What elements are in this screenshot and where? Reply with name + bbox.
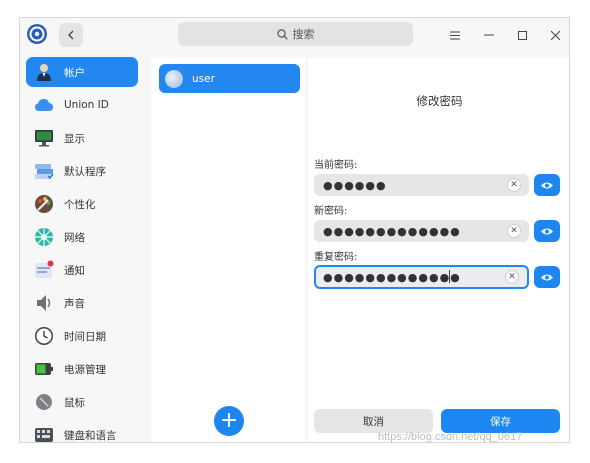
menu-button[interactable]: [446, 26, 464, 44]
sidebar-item-label: 个性化: [64, 198, 96, 211]
clock-icon: [35, 327, 53, 345]
plus-icon: +: [219, 408, 239, 433]
close-icon: [550, 30, 560, 40]
cloud-icon: [35, 99, 53, 111]
show-password-button[interactable]: [534, 174, 560, 196]
current-password-label: 当前密码:: [314, 160, 358, 171]
settings-window: 搜索 帐户 Union ID 显示 默认程序 个性化 网络 通知 声音 时间日期…: [19, 17, 570, 443]
user-name: user: [192, 72, 215, 85]
sidebar-item-label: 键盘和语言: [64, 429, 117, 442]
sidebar-item-label: 帐户: [64, 66, 85, 79]
menu-icon: [450, 31, 460, 39]
sidebar-item-sound[interactable]: 声音: [26, 288, 138, 318]
sidebar-item-label: 时间日期: [64, 330, 106, 343]
sidebar-item-label: 默认程序: [64, 165, 106, 178]
sidebar-item-notification[interactable]: 通知: [26, 255, 138, 285]
sidebar-item-label: 电源管理: [64, 363, 106, 376]
control-center-logo-icon: [27, 24, 47, 44]
user-list-panel: user +: [151, 58, 305, 442]
sidebar-item-power[interactable]: 电源管理: [26, 354, 138, 384]
cancel-button[interactable]: 取消: [314, 409, 433, 433]
eye-icon: [541, 274, 553, 280]
close-icon: ✕: [508, 272, 516, 282]
clear-button[interactable]: ✕: [507, 224, 521, 238]
maximize-button[interactable]: [513, 26, 531, 44]
add-user-button[interactable]: +: [214, 406, 244, 436]
text-cursor: [449, 270, 450, 283]
minimize-button[interactable]: [480, 26, 498, 44]
sidebar-item-default-apps[interactable]: 默认程序: [26, 156, 138, 186]
sound-icon: [37, 295, 51, 311]
close-button[interactable]: [546, 26, 564, 44]
network-icon: [35, 228, 53, 246]
search-icon: [276, 28, 288, 40]
page-title: 修改密码: [416, 94, 463, 108]
sidebar-item-label: 显示: [64, 132, 85, 145]
sidebar-item-label: 鼠标: [64, 396, 85, 409]
repeat-password-input[interactable]: ●●●●●●●●●●●●● ✕: [314, 265, 529, 289]
change-password-panel: 修改密码 当前密码: ●●●●●● ✕ 新密码: ●●●●●●●●●●●●● ✕: [308, 58, 569, 442]
sidebar-item-union-id[interactable]: Union ID: [26, 90, 138, 120]
sidebar-item-mouse[interactable]: 鼠标: [26, 387, 138, 417]
sidebar-item-label: 声音: [64, 297, 85, 310]
maximize-icon: [517, 30, 527, 40]
user-list-item[interactable]: user: [159, 64, 300, 93]
back-button[interactable]: [59, 23, 83, 47]
chevron-left-icon: [68, 30, 74, 40]
titlebar: 搜索: [20, 18, 569, 52]
search-input[interactable]: 搜索: [178, 22, 413, 46]
show-password-button[interactable]: [534, 266, 560, 288]
sidebar-item-account[interactable]: 帐户: [26, 57, 138, 87]
display-icon: [35, 130, 53, 147]
watermark: https://blog.csdn.net/qq_0617: [378, 431, 523, 443]
sidebar-item-personalization[interactable]: 个性化: [26, 189, 138, 219]
clear-button[interactable]: ✕: [505, 270, 519, 284]
personalization-icon: [35, 195, 53, 213]
eye-icon: [541, 228, 553, 234]
avatar: [165, 69, 183, 88]
mouse-icon: [36, 394, 52, 410]
password-value: ●●●●●●●●●●●●●: [323, 270, 461, 284]
repeat-password-label: 重复密码:: [314, 252, 358, 263]
sidebar-item-keyboard[interactable]: 键盘和语言: [26, 420, 138, 442]
sidebar-item-label: 网络: [64, 231, 85, 244]
eye-icon: [541, 182, 553, 188]
power-icon: [35, 363, 53, 375]
sidebar-item-display[interactable]: 显示: [26, 123, 138, 153]
password-value: ●●●●●●: [323, 178, 387, 192]
clear-button[interactable]: ✕: [507, 178, 521, 192]
close-icon: ✕: [510, 226, 518, 236]
new-password-input[interactable]: ●●●●●●●●●●●●● ✕: [314, 220, 529, 242]
sidebar-item-label: 通知: [64, 264, 85, 277]
minimize-icon: [484, 34, 494, 36]
account-icon: [37, 64, 51, 81]
save-button[interactable]: 保存: [441, 409, 560, 433]
password-value: ●●●●●●●●●●●●●: [323, 224, 461, 238]
sidebar-item-network[interactable]: 网络: [26, 222, 138, 252]
sidebar: 帐户 Union ID 显示 默认程序 个性化 网络 通知 声音 时间日期 电源…: [20, 52, 146, 442]
close-icon: ✕: [510, 180, 518, 190]
sidebar-item-label: Union ID: [64, 99, 109, 111]
current-password-input[interactable]: ●●●●●● ✕: [314, 174, 529, 196]
keyboard-icon: [35, 428, 53, 442]
show-password-button[interactable]: [534, 220, 560, 242]
sidebar-item-datetime[interactable]: 时间日期: [26, 321, 138, 351]
default-apps-icon: [35, 164, 54, 180]
search-placeholder: 搜索: [292, 28, 315, 41]
notification-icon: [35, 260, 54, 278]
new-password-label: 新密码:: [314, 206, 348, 217]
